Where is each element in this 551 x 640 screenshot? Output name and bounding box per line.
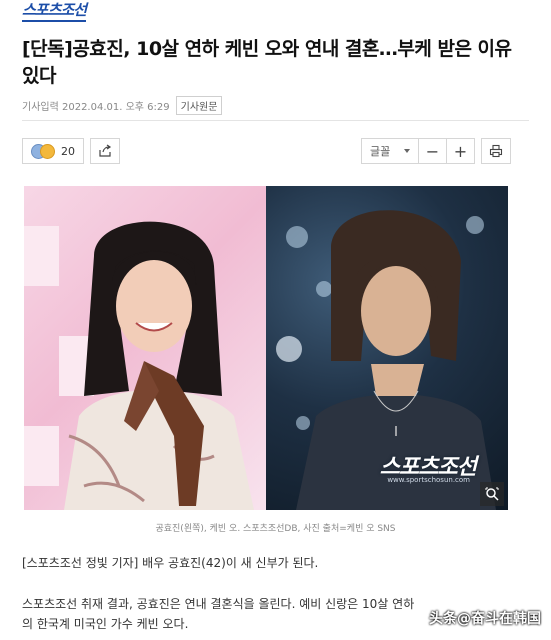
article-meta: 기사입력 2022.04.01. 오후 6:29 기사원문 bbox=[22, 96, 223, 115]
photo-gong-hyo-jin bbox=[24, 186, 266, 510]
source-watermark: 头条@奋斗在韩国 bbox=[429, 611, 541, 627]
reaction-button[interactable]: 20 bbox=[22, 138, 84, 164]
magnify-icon bbox=[485, 487, 499, 501]
font-decrease-button[interactable]: − bbox=[418, 138, 447, 164]
published-timestamp: 기사입력 2022.04.01. 오후 6:29 bbox=[22, 102, 170, 113]
article-headline: [단독]공효진, 10살 연하 케빈 오와 연내 결혼…부케 받은 이유 있다 bbox=[22, 38, 512, 87]
print-button[interactable] bbox=[481, 138, 511, 164]
share-icon bbox=[99, 144, 112, 157]
emoji-reaction-icon bbox=[31, 144, 55, 159]
photo-kevin-oh: 스포츠조선 www.sportschosun.com bbox=[266, 186, 508, 510]
header-divider bbox=[22, 120, 529, 121]
reaction-count: 20 bbox=[61, 144, 75, 158]
photo-watermark-url: www.sportschosun.com bbox=[387, 476, 470, 484]
font-increase-button[interactable]: + bbox=[446, 138, 475, 164]
body-paragraph-1: [스포츠조선 정빛 기자] 배우 공효진(42)이 새 신부가 된다. bbox=[22, 556, 319, 570]
text-size-toolbar: 글꼴 − + bbox=[361, 138, 511, 164]
print-icon bbox=[489, 144, 503, 158]
photo-zoom-button[interactable] bbox=[480, 482, 504, 506]
font-select-label: 글꼴 bbox=[370, 145, 391, 158]
portrait-woman bbox=[64, 221, 254, 510]
article-photo[interactable]: 스포츠조선 www.sportschosun.com bbox=[24, 186, 508, 510]
font-select[interactable]: 글꼴 bbox=[361, 138, 419, 164]
share-button[interactable] bbox=[90, 138, 120, 164]
photo-caption: 공효진(왼쪽), 케빈 오. 스포츠조선DB, 사진 출처=케빈 오 SNS bbox=[155, 524, 396, 534]
chevron-down-icon bbox=[404, 149, 410, 153]
reaction-toolbar: 20 bbox=[22, 138, 120, 164]
brand-logo[interactable]: 스포츠조선 bbox=[22, 2, 87, 22]
original-article-button[interactable]: 기사원문 bbox=[175, 96, 223, 115]
